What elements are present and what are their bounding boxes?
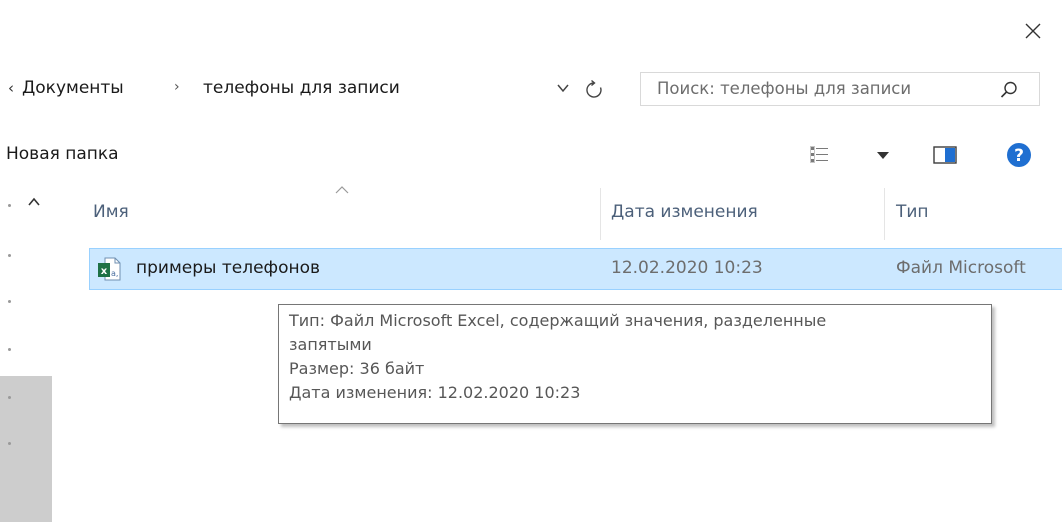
address-bar[interactable]: ‹ Документы › телефоны для записи xyxy=(0,72,622,106)
nav-item-marker[interactable] xyxy=(8,300,11,303)
column-divider[interactable] xyxy=(884,188,885,240)
nav-item-marker[interactable] xyxy=(8,348,11,351)
view-options-icon[interactable] xyxy=(808,144,834,166)
breadcrumb-documents[interactable]: Документы xyxy=(22,78,124,98)
address-history-chevron-icon[interactable] xyxy=(555,80,571,96)
search-box[interactable]: Поиск: телефоны для записи xyxy=(640,72,1040,106)
preview-pane-icon[interactable] xyxy=(932,145,958,165)
column-divider[interactable] xyxy=(600,188,601,240)
refresh-icon[interactable] xyxy=(583,79,605,101)
nav-item-marker[interactable] xyxy=(8,204,11,207)
help-icon[interactable]: ? xyxy=(1006,142,1032,168)
search-input[interactable]: Поиск: телефоны для записи xyxy=(657,79,911,98)
file-name[interactable]: примеры телефонов xyxy=(136,258,320,278)
nav-item-marker[interactable] xyxy=(8,442,11,445)
close-icon xyxy=(1025,23,1041,39)
file-info-tooltip: Тип: Файл Microsoft Excel, содержащий зн… xyxy=(278,304,992,424)
breadcrumb-separator[interactable]: › xyxy=(174,79,180,95)
file-type: Файл Microsoft xyxy=(896,258,1026,278)
column-header-date[interactable]: Дата изменения xyxy=(611,202,758,222)
file-modified-date: 12.02.2020 10:23 xyxy=(611,258,763,278)
column-header-type[interactable]: Тип xyxy=(896,202,929,222)
new-folder-button[interactable]: Новая папка xyxy=(6,144,119,164)
excel-csv-file-icon: a, x xyxy=(98,257,121,281)
tooltip-type-line-cont: запятыми xyxy=(289,335,372,354)
tooltip-type-line: Тип: Файл Microsoft Excel, содержащий зн… xyxy=(289,311,827,330)
column-header-name[interactable]: Имя xyxy=(93,202,129,222)
nav-item-marker[interactable] xyxy=(8,396,11,399)
svg-text:x: x xyxy=(101,266,108,277)
nav-item-marker[interactable] xyxy=(8,254,11,257)
breadcrumb-current-folder[interactable]: телефоны для записи xyxy=(203,78,400,98)
svg-text:?: ? xyxy=(1014,146,1024,166)
sort-ascending-icon xyxy=(335,186,349,194)
close-button[interactable] xyxy=(1016,14,1050,48)
tooltip-size-line: Размер: 36 байт xyxy=(289,359,425,378)
search-icon[interactable] xyxy=(999,80,1019,100)
breadcrumb-overflow[interactable]: ‹ xyxy=(8,79,14,97)
nav-scroll-up-icon[interactable] xyxy=(27,197,41,207)
svg-text:a,: a, xyxy=(111,269,118,278)
view-dropdown-icon[interactable] xyxy=(876,150,890,160)
tooltip-date-line: Дата изменения: 12.02.2020 10:23 xyxy=(289,383,581,402)
